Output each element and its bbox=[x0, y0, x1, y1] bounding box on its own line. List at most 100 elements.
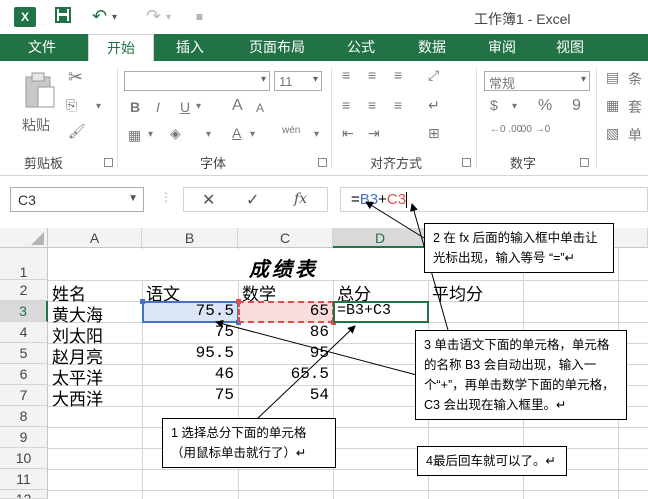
cell-b6[interactable]: 46 bbox=[146, 365, 234, 383]
undo-icon[interactable]: ↶ bbox=[92, 6, 107, 27]
redo-dropdown-icon[interactable]: ▾ bbox=[166, 12, 171, 23]
tab-home[interactable]: 开始 bbox=[88, 34, 154, 61]
borders-dropdown-icon[interactable]: ▾ bbox=[148, 129, 153, 140]
copy-icon[interactable]: ⎘ bbox=[66, 97, 77, 114]
row-header-1[interactable]: 1 bbox=[0, 248, 48, 280]
grow-font-button[interactable]: A bbox=[232, 97, 243, 115]
formula-input[interactable]: =B3+C3 bbox=[340, 187, 648, 212]
tab-file[interactable]: 文件 bbox=[10, 34, 74, 61]
clipboard-launcher-icon[interactable] bbox=[104, 158, 113, 167]
callout-step-4: 4最后回车就可以了。↵ bbox=[417, 446, 567, 476]
enter-icon[interactable]: ✓ bbox=[246, 190, 259, 210]
tab-insert[interactable]: 插入 bbox=[160, 34, 220, 61]
tab-view[interactable]: 视图 bbox=[542, 34, 598, 61]
undo-dropdown-icon[interactable]: ▾ bbox=[112, 12, 117, 23]
cell-c6[interactable]: 65.5 bbox=[242, 365, 329, 383]
select-all-corner[interactable] bbox=[0, 228, 48, 248]
increase-indent-icon[interactable]: ⇥ bbox=[368, 125, 380, 142]
alignment-launcher-icon[interactable] bbox=[462, 158, 471, 167]
cell-b7[interactable]: 75 bbox=[146, 386, 234, 404]
cell-b3[interactable]: 75.5 bbox=[146, 302, 234, 320]
cell-d3[interactable]: =B3+C3 bbox=[337, 302, 391, 319]
row-header-4[interactable]: 4 bbox=[0, 322, 48, 343]
align-right-icon[interactable]: ≡ bbox=[394, 97, 402, 113]
number-launcher-icon[interactable] bbox=[580, 158, 589, 167]
cell-styles-icon[interactable]: ▧ bbox=[606, 125, 619, 142]
underline-dropdown-icon[interactable]: ▾ bbox=[196, 101, 201, 112]
column-header-d[interactable]: D bbox=[333, 228, 428, 248]
cell-c3[interactable]: 65 bbox=[242, 302, 329, 320]
row-header-6[interactable]: 6 bbox=[0, 364, 48, 385]
font-launcher-icon[interactable] bbox=[318, 158, 327, 167]
cancel-icon[interactable]: ✕ bbox=[202, 190, 215, 210]
column-header-c[interactable]: C bbox=[238, 228, 333, 248]
italic-button[interactable]: I bbox=[156, 99, 160, 115]
header-average[interactable]: 平均分 bbox=[432, 280, 483, 305]
comma-button[interactable]: 9 bbox=[572, 97, 581, 115]
shrink-font-button[interactable]: A bbox=[256, 101, 264, 115]
percent-button[interactable]: % bbox=[538, 97, 552, 115]
tab-formulas[interactable]: 公式 bbox=[333, 34, 389, 61]
cell-c7[interactable]: 54 bbox=[242, 386, 329, 404]
accounting-dropdown-icon[interactable]: ▾ bbox=[512, 101, 517, 112]
copy-dropdown-icon[interactable]: ▾ bbox=[96, 101, 101, 112]
fill-color-icon[interactable]: ◈ bbox=[170, 125, 181, 142]
conditional-format-label[interactable]: 条 bbox=[628, 69, 642, 89]
customize-qat-icon[interactable]: ≡ bbox=[196, 10, 203, 24]
align-center-icon[interactable]: ≡ bbox=[368, 97, 376, 113]
decrease-indent-icon[interactable]: ⇤ bbox=[342, 125, 354, 142]
align-bottom-icon[interactable]: ≡ bbox=[394, 67, 402, 83]
conditional-format-icon[interactable]: ▤ bbox=[606, 69, 619, 86]
save-icon[interactable] bbox=[54, 6, 72, 29]
align-left-icon[interactable]: ≡ bbox=[342, 97, 350, 113]
row-header-11[interactable]: 11 bbox=[0, 469, 48, 490]
phonetic-button[interactable]: wén bbox=[282, 125, 300, 136]
underline-button[interactable]: U bbox=[180, 99, 190, 115]
cell-styles-label[interactable]: 单 bbox=[628, 125, 642, 145]
format-table-icon[interactable]: ▦ bbox=[606, 97, 619, 114]
paste-button[interactable]: 粘贴 bbox=[18, 69, 62, 137]
tab-page-layout[interactable]: 页面布局 bbox=[232, 34, 322, 61]
font-name-dropdown[interactable]: ▾ bbox=[124, 71, 270, 91]
merge-center-icon[interactable]: ⊞ bbox=[428, 125, 440, 142]
column-header-a[interactable]: A bbox=[48, 228, 142, 248]
cut-icon[interactable]: ✂ bbox=[68, 67, 83, 88]
fill-dropdown-icon[interactable]: ▾ bbox=[206, 129, 211, 140]
row-header-9[interactable]: 9 bbox=[0, 427, 48, 448]
row-header-5[interactable]: 5 bbox=[0, 343, 48, 364]
row-header-12[interactable]: 12 bbox=[0, 490, 48, 499]
phonetic-dropdown-icon[interactable]: ▾ bbox=[314, 129, 319, 140]
bold-button[interactable]: B bbox=[130, 99, 140, 115]
wrap-text-icon[interactable]: ↵ bbox=[428, 97, 440, 114]
orientation-icon[interactable]: ⤢ bbox=[428, 67, 439, 84]
column-header-b[interactable]: B bbox=[142, 228, 238, 248]
number-format-dropdown[interactable]: 常规 ▾ bbox=[484, 71, 590, 91]
format-painter-icon[interactable]: 🖌 bbox=[68, 123, 86, 140]
redo-icon[interactable]: ↷ bbox=[146, 6, 161, 27]
row-header-8[interactable]: 8 bbox=[0, 406, 48, 427]
tab-data[interactable]: 数据 bbox=[404, 34, 460, 61]
cell-c4[interactable]: 86 bbox=[242, 323, 329, 341]
decrease-decimal-button[interactable]: .00 →0 bbox=[518, 125, 554, 135]
row-header-2[interactable]: 2 bbox=[0, 280, 48, 301]
cell-c5[interactable]: 95 bbox=[242, 344, 329, 362]
borders-icon[interactable]: ▦ bbox=[128, 127, 141, 144]
name-box[interactable]: C3 ▼ bbox=[10, 187, 144, 212]
accounting-icon[interactable]: $ bbox=[490, 97, 498, 113]
cell-b5[interactable]: 95.5 bbox=[146, 344, 234, 362]
font-color-dropdown-icon[interactable]: ▾ bbox=[250, 129, 255, 140]
font-color-button[interactable]: A bbox=[232, 125, 241, 141]
row-header-10[interactable]: 10 bbox=[0, 448, 48, 469]
tab-review[interactable]: 审阅 bbox=[474, 34, 530, 61]
font-size-dropdown[interactable]: 11 ▾ bbox=[274, 71, 322, 91]
cell-b4[interactable]: 75 bbox=[146, 323, 234, 341]
row-header-3[interactable]: 3 bbox=[0, 301, 48, 322]
row-header-7[interactable]: 7 bbox=[0, 385, 48, 406]
align-middle-icon[interactable]: ≡ bbox=[368, 67, 376, 83]
cell-a7[interactable]: 大西洋 bbox=[52, 385, 103, 410]
align-top-icon[interactable]: ≡ bbox=[342, 67, 350, 83]
insert-function-button[interactable]: fx bbox=[294, 191, 307, 207]
format-table-label[interactable]: 套 bbox=[628, 97, 642, 117]
formula-bar-splitter-icon[interactable]: ⋮ bbox=[160, 190, 172, 204]
name-box-dropdown-icon[interactable]: ▼ bbox=[128, 193, 138, 204]
